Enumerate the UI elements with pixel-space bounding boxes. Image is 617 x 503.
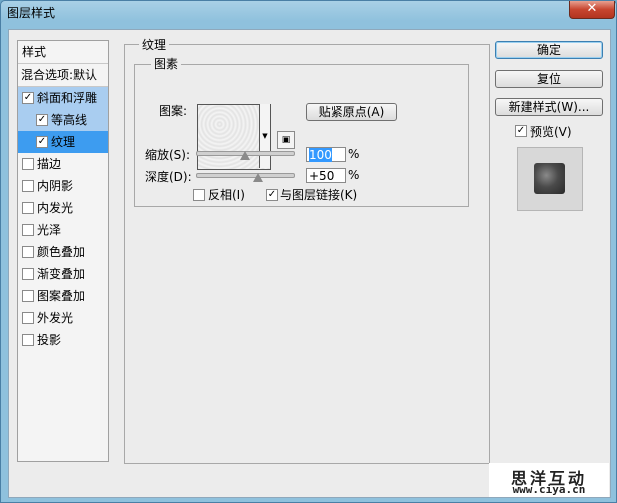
style-item-contour[interactable]: ✓ 等高线 [18, 109, 108, 131]
ok-button[interactable]: 确定 [495, 41, 603, 59]
scale-value: 100 [309, 148, 332, 162]
style-item-label: 等高线 [51, 113, 88, 127]
stroke-checkbox[interactable] [22, 158, 34, 170]
depth-slider-thumb[interactable] [253, 173, 263, 182]
style-item-label: 内发光 [37, 201, 74, 215]
reset-button[interactable]: 复位 [495, 70, 603, 88]
dialog-body: 样式 混合选项:默认 ✓ 斜面和浮雕 ✓ 等高线 ✓ 纹理 描边 内阴影 内发光… [8, 29, 611, 498]
invert-label: 反相(I) [208, 188, 245, 202]
scale-label: 缩放(S): [145, 148, 191, 162]
blend-options-item[interactable]: 混合选项:默认 [18, 64, 108, 87]
style-item-gradient-overlay[interactable]: 渐变叠加 [18, 263, 108, 285]
texture-checkbox[interactable]: ✓ [36, 136, 48, 148]
style-item-satin[interactable]: 光泽 [18, 219, 108, 241]
watermark-url: www.ciya.cn [512, 483, 586, 496]
gradient-overlay-checkbox[interactable] [22, 268, 34, 280]
style-item-drop-shadow[interactable]: 投影 [18, 329, 108, 351]
style-preview [517, 147, 583, 211]
depth-label: 深度(D): [145, 170, 192, 184]
style-item-inner-glow[interactable]: 内发光 [18, 197, 108, 219]
link-with-layer-checkbox[interactable]: ✓ [266, 189, 278, 201]
style-item-label: 内阴影 [37, 179, 74, 193]
pattern-label: 图案: [159, 104, 188, 118]
style-item-outer-glow[interactable]: 外发光 [18, 307, 108, 329]
inner-glow-checkbox[interactable] [22, 202, 34, 214]
preview-swatch [534, 163, 565, 194]
close-button[interactable]: ✕ [569, 1, 615, 19]
style-item-label: 外发光 [37, 311, 74, 325]
watermark-logo: 思洋互动 www.ciya.cn [489, 463, 609, 497]
inner-shadow-checkbox[interactable] [22, 180, 34, 192]
contour-checkbox[interactable]: ✓ [36, 114, 48, 126]
link-with-layer-label: 与图层链接(K) [280, 188, 358, 202]
preview-checkbox[interactable]: ✓ [515, 125, 527, 137]
texture-group-title: 纹理 [139, 36, 170, 53]
depth-unit: % [348, 168, 360, 182]
preview-label: 预览(V) [530, 125, 572, 139]
style-item-label: 纹理 [51, 135, 76, 149]
layer-style-dialog: 图层样式 ✕ 样式 混合选项:默认 ✓ 斜面和浮雕 ✓ 等高线 ✓ 纹理 描边 … [0, 0, 617, 503]
pattern-overlay-checkbox[interactable] [22, 290, 34, 302]
style-item-color-overlay[interactable]: 颜色叠加 [18, 241, 108, 263]
depth-value: +50 [309, 169, 335, 183]
styles-header[interactable]: 样式 [18, 41, 108, 64]
style-item-label: 描边 [37, 157, 62, 171]
style-item-label: 光泽 [37, 223, 62, 237]
drop-shadow-checkbox[interactable] [22, 334, 34, 346]
window-title: 图层样式 [7, 6, 56, 20]
depth-input[interactable]: +50 [306, 168, 346, 183]
scale-slider-thumb[interactable] [240, 151, 250, 160]
scale-unit: % [348, 147, 360, 161]
styles-header-label: 样式 [22, 45, 47, 59]
style-item-bevel-emboss[interactable]: ✓ 斜面和浮雕 [18, 87, 108, 109]
new-preset-icon[interactable]: ▣ [277, 131, 295, 149]
color-overlay-checkbox[interactable] [22, 246, 34, 258]
style-item-stroke[interactable]: 描边 [18, 153, 108, 175]
snap-to-origin-button[interactable]: 贴紧原点(A) [306, 103, 397, 121]
bevel-emboss-checkbox[interactable]: ✓ [22, 92, 34, 104]
style-item-label: 投影 [37, 333, 62, 347]
new-style-button[interactable]: 新建样式(W)... [495, 98, 603, 116]
style-item-pattern-overlay[interactable]: 图案叠加 [18, 285, 108, 307]
style-item-label: 图案叠加 [37, 289, 86, 303]
style-item-texture[interactable]: ✓ 纹理 [18, 131, 108, 153]
title-bar[interactable]: 图层样式 ✕ [1, 1, 616, 23]
outer-glow-checkbox[interactable] [22, 312, 34, 324]
elements-group: 图案: ▼ ▣ 贴紧原点(A) 缩放(S): 100 % 深度(D): +50 … [134, 64, 469, 207]
pattern-dropdown-arrow-icon[interactable]: ▼ [259, 104, 270, 168]
invert-checkbox[interactable] [193, 189, 205, 201]
style-item-inner-shadow[interactable]: 内阴影 [18, 175, 108, 197]
style-item-label: 斜面和浮雕 [37, 91, 98, 105]
styles-list: 样式 混合选项:默认 ✓ 斜面和浮雕 ✓ 等高线 ✓ 纹理 描边 内阴影 内发光… [17, 40, 109, 462]
elements-group-title: 图素 [151, 55, 182, 72]
style-item-label: 颜色叠加 [37, 245, 86, 259]
style-item-label: 渐变叠加 [37, 267, 86, 281]
satin-checkbox[interactable] [22, 224, 34, 236]
blend-options-label: 混合选项:默认 [21, 68, 98, 82]
scale-input[interactable]: 100 [306, 147, 346, 162]
depth-slider-track[interactable] [196, 173, 295, 178]
